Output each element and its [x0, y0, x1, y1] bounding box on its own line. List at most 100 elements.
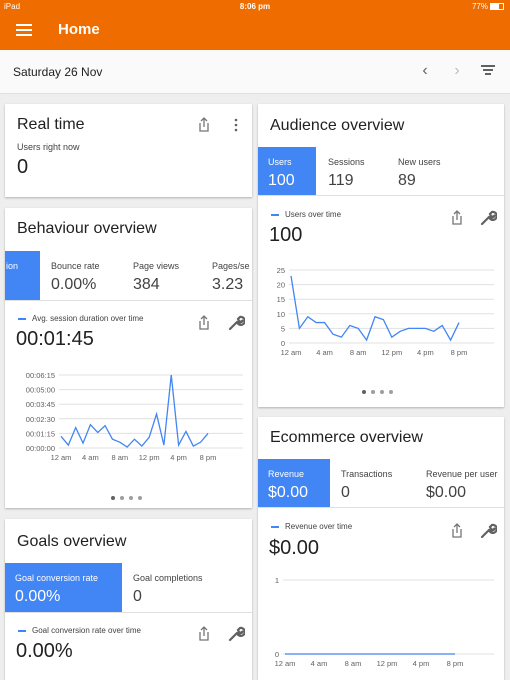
goals-card[interactable]: Goals overview Goal conversion rate 0.00…: [5, 519, 252, 680]
ecommerce-chart: 1 012 am 4 am 8 am 12 pm 4 pm 8 pm: [275, 576, 494, 668]
chart-big-value: 00:01:45: [16, 328, 94, 350]
share-icon[interactable]: [195, 314, 213, 332]
x-tick-label: 4 pm: [413, 659, 430, 668]
tab-goal-completions[interactable]: Goal completions 0: [123, 563, 252, 612]
series-line: [60, 374, 209, 448]
filter-icon[interactable]: [481, 65, 495, 77]
y-tick-label: 00:05:00: [26, 386, 55, 395]
y-tick-label: 00:03:45: [26, 400, 55, 409]
x-tick-label: 8 pm: [447, 659, 464, 668]
tab-value: 0: [133, 588, 142, 605]
x-tick-label: 8 am: [111, 453, 128, 462]
chart-legend: Goal conversion rate over time: [32, 626, 141, 635]
y-tick-label: 00:02:30: [26, 415, 55, 424]
legend-swatch: [18, 318, 26, 320]
x-tick-label: 4 pm: [170, 453, 187, 462]
chevron-right-icon[interactable]: ›: [447, 61, 467, 81]
legend-swatch: [271, 214, 279, 216]
behaviour-card[interactable]: Behaviour overview ion Bounce rate 0.00%…: [5, 208, 252, 508]
wrench-icon[interactable]: [479, 209, 497, 227]
share-icon[interactable]: [195, 625, 213, 643]
chart-legend: Avg. session duration over time: [32, 314, 144, 323]
ecommerce-card[interactable]: Ecommerce overview Revenue $0.00 Transac…: [258, 417, 504, 680]
y-tick-label: 00:06:15: [26, 371, 55, 380]
audience-chart: 25 20 15 10 5 012 am 4 am 8 am 12 pm 4 pm 8 pm: [277, 266, 494, 357]
wrench-icon[interactable]: [479, 522, 497, 540]
tab-bounce-rate[interactable]: Bounce rate 0.00%: [41, 251, 121, 300]
y-tick-label: 0: [281, 339, 285, 348]
x-tick-label: 4 am: [311, 659, 328, 668]
y-tick-label: 00:00:00: [26, 444, 55, 453]
tab-revenue[interactable]: Revenue $0.00: [258, 459, 330, 507]
chevron-left-icon[interactable]: ‹: [415, 61, 435, 81]
y-tick-label: 0: [275, 650, 279, 659]
x-tick-label: 12 pm: [377, 659, 398, 668]
realtime-card[interactable]: Real time Users right now 0: [5, 104, 252, 197]
tab-value: $0.00: [426, 484, 467, 501]
x-tick-label: 8 am: [350, 348, 367, 357]
tab-label: Goal conversion rate: [15, 573, 99, 583]
audience-metric-tabs: Users 100 Sessions 119 New users 89: [258, 147, 504, 196]
app-bar: Home: [0, 14, 510, 50]
wrench-icon[interactable]: [227, 625, 245, 643]
chart-legend: Users over time: [285, 210, 342, 219]
more-vert-icon[interactable]: [227, 116, 245, 134]
tab-value: 119: [328, 172, 354, 189]
tab-label: New users: [398, 157, 441, 167]
tab-label: Goal completions: [133, 573, 203, 583]
tab-pages-per-session[interactable]: Pages/se 3.23: [202, 251, 252, 300]
tab-value: 384: [133, 276, 160, 293]
battery-icon: [490, 3, 504, 10]
y-tick-label: 15: [277, 295, 285, 304]
realtime-label: Users right now: [17, 142, 80, 152]
tab-sessions[interactable]: Sessions 119: [318, 147, 388, 195]
share-icon[interactable]: [448, 522, 466, 540]
realtime-value: 0: [17, 156, 29, 178]
behaviour-metric-tabs: ion Bounce rate 0.00% Page views 384 Pag…: [5, 251, 252, 301]
tab-value: 100: [268, 172, 295, 189]
wrench-icon[interactable]: [227, 314, 245, 332]
date-label[interactable]: Saturday 26 Nov: [13, 65, 102, 79]
audience-title: Audience overview: [270, 117, 405, 134]
status-time: 8:06 pm: [239, 2, 271, 11]
battery-status: 77%: [472, 2, 504, 11]
menu-icon[interactable]: [16, 24, 32, 38]
tab-page-views[interactable]: Page views 384: [123, 251, 201, 300]
tab-value: $0.00: [268, 484, 309, 501]
share-icon[interactable]: [448, 209, 466, 227]
ecommerce-title: Ecommerce overview: [270, 429, 423, 446]
tab-label: Page views: [133, 261, 180, 271]
tab-session-duration[interactable]: ion: [5, 251, 40, 300]
x-tick-label: 8 am: [345, 659, 362, 668]
realtime-title: Real time: [17, 116, 85, 133]
tab-revenue-per-user[interactable]: Revenue per user $0.00: [416, 459, 504, 507]
tab-value: 0.00%: [51, 276, 97, 293]
tab-label: Bounce rate: [51, 261, 100, 271]
ecommerce-metric-tabs: Revenue $0.00 Transactions 0 Revenue per…: [258, 459, 504, 508]
tab-label: Transactions: [341, 469, 393, 479]
y-tick-label: 00:01:15: [26, 429, 55, 438]
chart-legend: Revenue over time: [285, 522, 353, 531]
x-tick-label: 4 pm: [417, 348, 434, 357]
y-tick-label: 1: [275, 576, 279, 585]
legend-swatch: [18, 630, 26, 632]
tab-goal-conversion-rate[interactable]: Goal conversion rate 0.00%: [5, 563, 122, 612]
x-tick-label: 12 am: [275, 659, 296, 668]
tab-value: 3.23: [212, 276, 244, 293]
page-title: Home: [58, 21, 100, 38]
tab-new-users[interactable]: New users 89: [388, 147, 498, 195]
tab-label: Revenue: [268, 469, 305, 479]
y-tick-label: 20: [277, 281, 285, 290]
share-icon[interactable]: [195, 116, 213, 134]
audience-card[interactable]: Audience overview Users 100 Sessions 119…: [258, 104, 504, 407]
y-tick-label: 25: [277, 266, 285, 275]
status-bar: iPad 8:06 pm 77%: [0, 0, 510, 14]
x-tick-label: 12 am: [51, 453, 72, 462]
tab-users[interactable]: Users 100: [258, 147, 316, 195]
tab-transactions[interactable]: Transactions 0: [331, 459, 416, 507]
tab-value: 89: [398, 172, 416, 189]
legend-swatch: [271, 526, 279, 528]
tab-label: ion: [6, 261, 19, 271]
tab-label: Users: [268, 157, 292, 167]
x-tick-label: 12 pm: [381, 348, 402, 357]
